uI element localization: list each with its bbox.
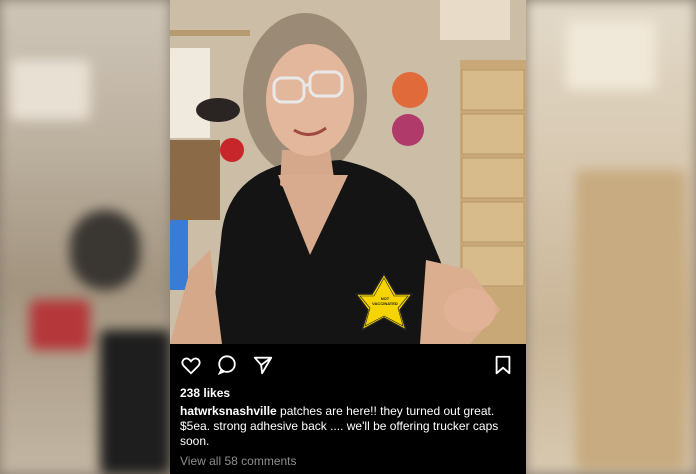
blurred-background-right <box>526 0 696 474</box>
heart-icon[interactable] <box>180 354 202 376</box>
post-actions-panel: 238 likes hatwrksnashville patches are h… <box>170 344 526 474</box>
share-icon[interactable] <box>252 354 274 376</box>
post-username[interactable]: hatwrksnashville <box>180 404 277 418</box>
photo-scene <box>170 0 526 344</box>
blurred-background-left <box>0 0 170 474</box>
view-comments-link[interactable]: View all 58 comments <box>180 454 297 468</box>
bookmark-icon[interactable] <box>492 354 514 376</box>
patch-label: NOT VACCINATED <box>372 296 398 306</box>
action-icons <box>180 352 274 378</box>
comment-icon[interactable] <box>216 354 238 376</box>
post-caption: hatwrksnashville patches are here!! they… <box>180 404 516 449</box>
post-photo: NOT VACCINATED <box>170 0 526 344</box>
likes-count[interactable]: 238 likes <box>180 386 230 400</box>
